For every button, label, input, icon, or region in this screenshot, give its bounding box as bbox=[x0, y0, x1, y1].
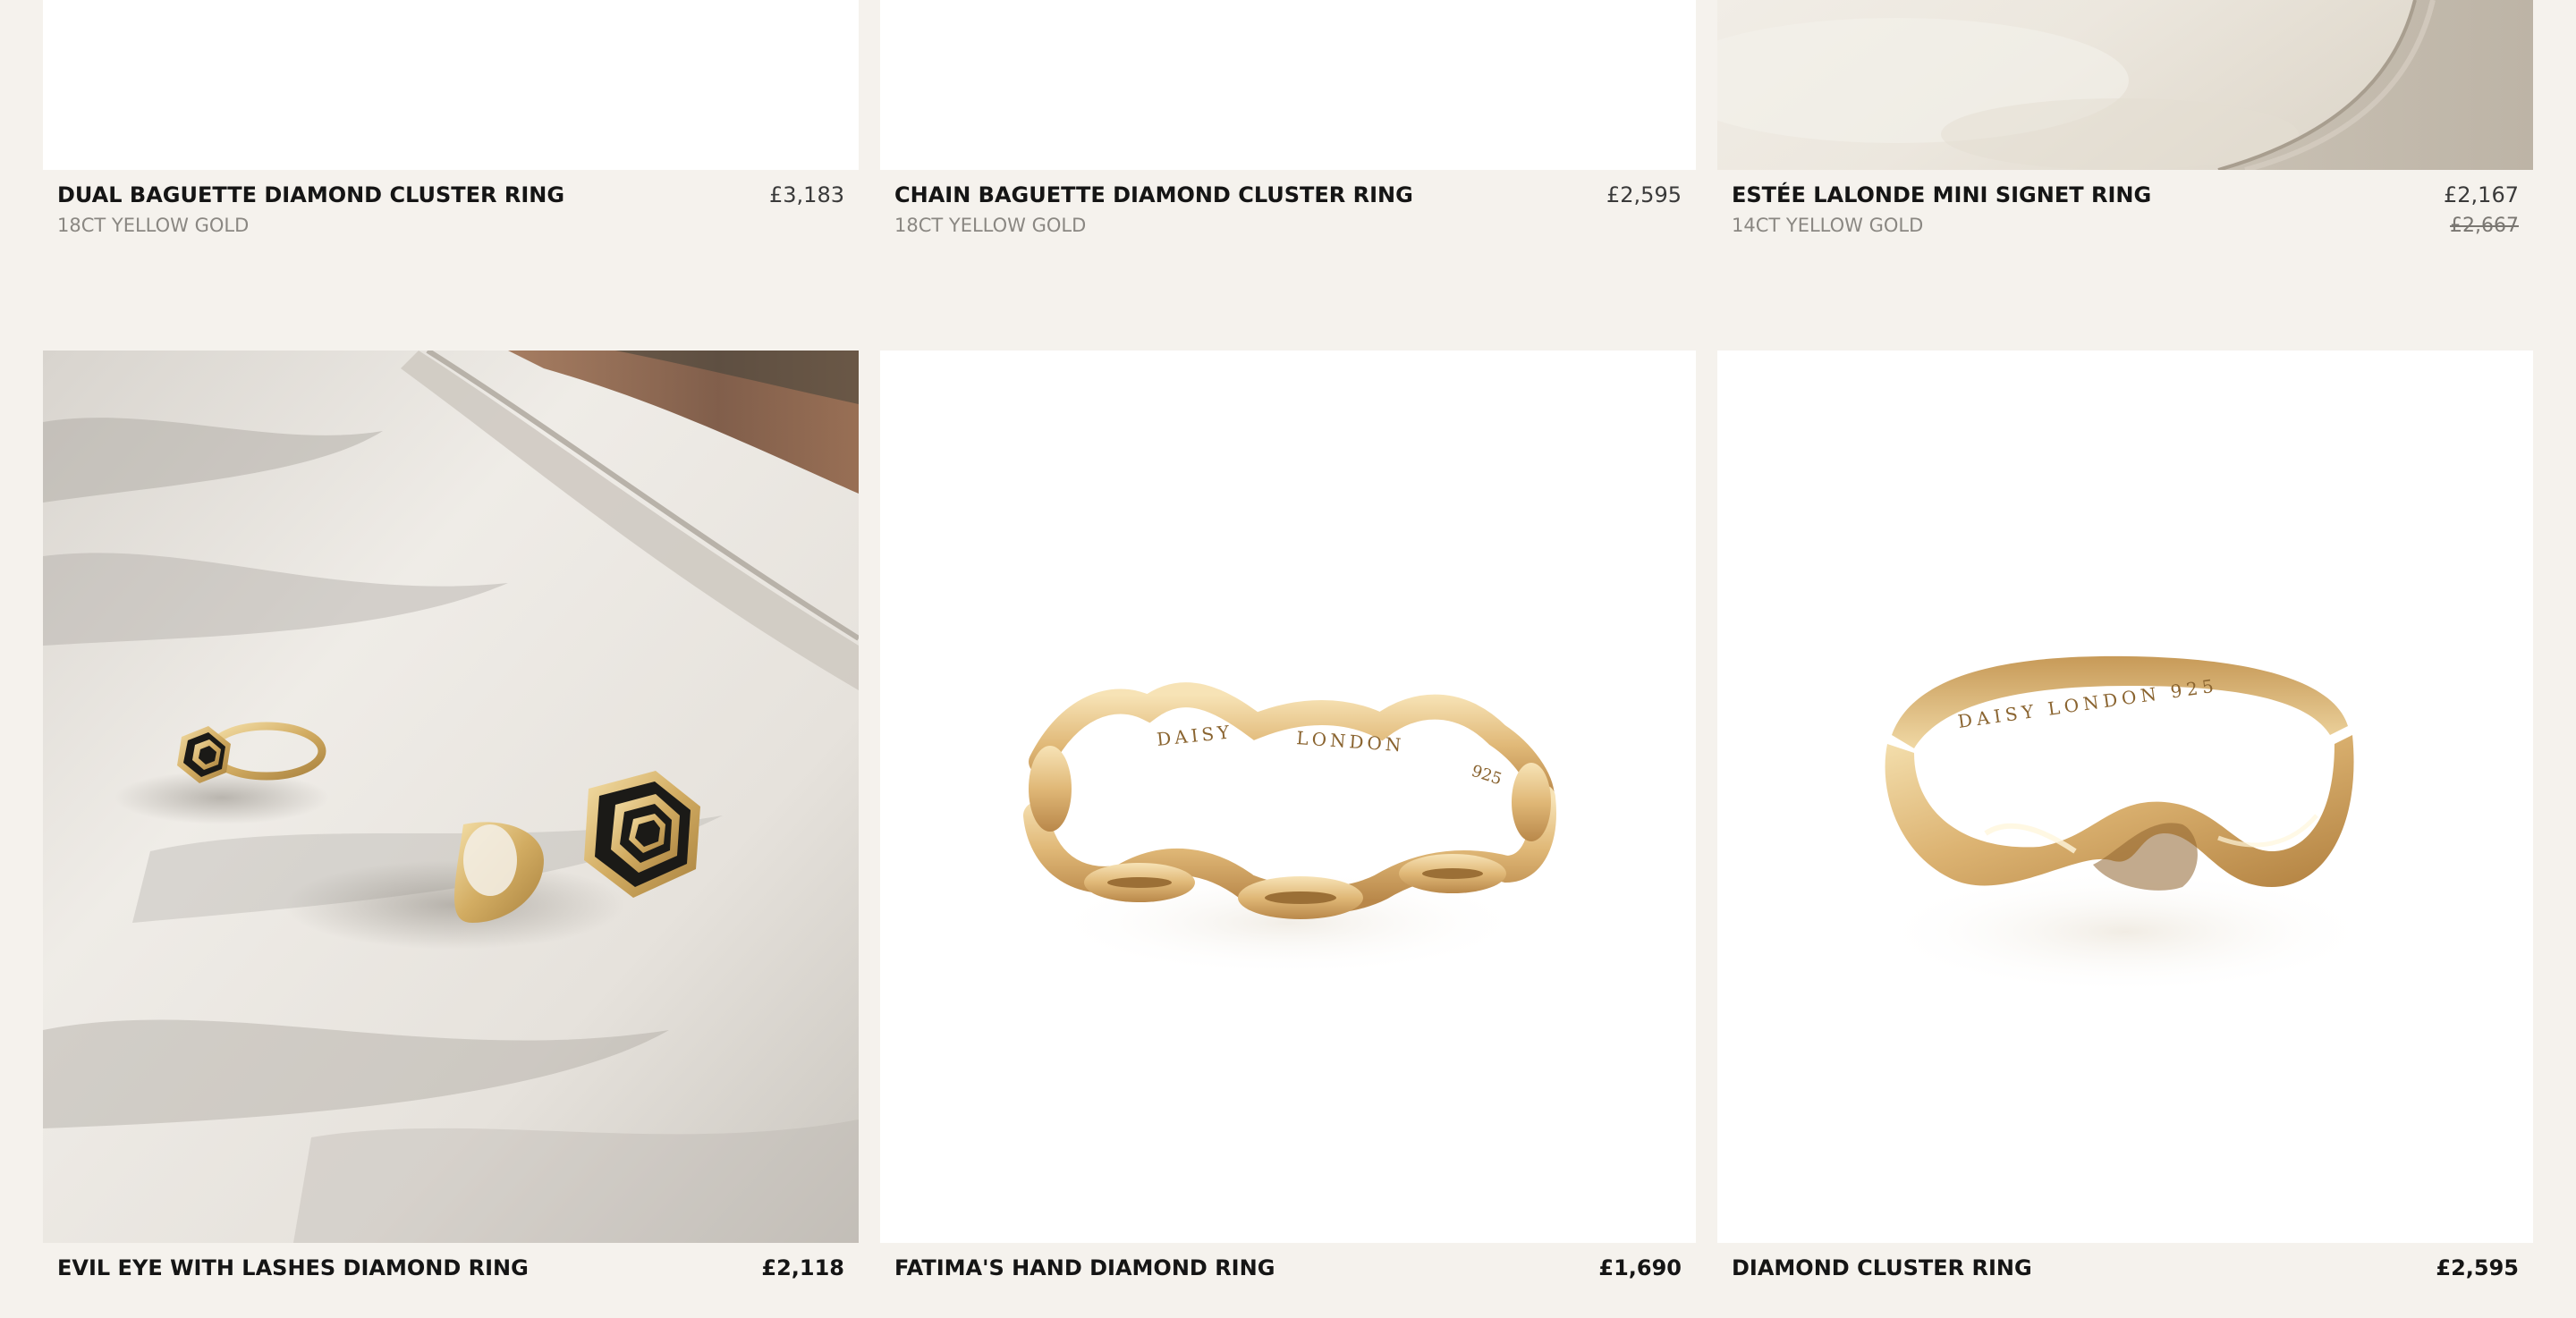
product-image[interactable] bbox=[1717, 0, 2533, 170]
wavy-ring-photo: DAISY LONDON 925 bbox=[1023, 682, 1556, 976]
product-image[interactable]: DAISY LONDON 925 bbox=[880, 351, 1696, 1243]
product-price: £2,118 bbox=[761, 1255, 844, 1280]
signet-rings-photo bbox=[43, 351, 859, 1243]
product-image[interactable] bbox=[43, 351, 859, 1243]
product-price: £2,595 bbox=[2436, 1255, 2519, 1280]
product-material: 18CT YELLOW GOLD bbox=[57, 215, 250, 236]
product-name[interactable]: ESTÉE LALONDE MINI SIGNET RING bbox=[1732, 182, 2151, 207]
product-material: 18CT YELLOW GOLD bbox=[894, 215, 1087, 236]
product-info: CHAIN BAGUETTE DIAMOND CLUSTER RING £2,5… bbox=[894, 182, 1682, 245]
engraving-925: 925 bbox=[1469, 762, 1504, 790]
product-name[interactable]: EVIL EYE WITH LASHES DIAMOND RING bbox=[57, 1255, 529, 1280]
product-info: ESTÉE LALONDE MINI SIGNET RING £2,167 14… bbox=[1732, 182, 2519, 245]
product-name[interactable]: DUAL BAGUETTE DIAMOND CLUSTER RING bbox=[57, 182, 564, 207]
product-price: £1,690 bbox=[1598, 1255, 1682, 1280]
product-info: FATIMA'S HAND DIAMOND RING £1,690 bbox=[894, 1255, 1682, 1318]
product-price: £2,595 bbox=[1606, 182, 1682, 207]
product-info: DUAL BAGUETTE DIAMOND CLUSTER RING £3,18… bbox=[57, 182, 844, 245]
product-image[interactable] bbox=[43, 0, 859, 170]
twist-ring-photo: DAISY LONDON 925 bbox=[1875, 655, 2376, 994]
product-info: EVIL EYE WITH LASHES DIAMOND RING £2,118 bbox=[57, 1255, 844, 1318]
product-name[interactable]: DIAMOND CLUSTER RING bbox=[1732, 1255, 2032, 1280]
product-price: £3,183 bbox=[769, 182, 844, 207]
product-material: 14CT YELLOW GOLD bbox=[1732, 215, 1924, 236]
product-sale-price: £2,167 bbox=[2444, 182, 2519, 207]
marble-surface-photo bbox=[1717, 0, 2533, 170]
product-name[interactable]: CHAIN BAGUETTE DIAMOND CLUSTER RING bbox=[894, 182, 1413, 207]
engraving-daisy: DAISY bbox=[1156, 721, 1233, 750]
product-image[interactable]: DAISY LONDON 925 bbox=[1717, 351, 2533, 1243]
product-original-price: £2,667 bbox=[2450, 215, 2519, 237]
product-name[interactable]: FATIMA'S HAND DIAMOND RING bbox=[894, 1255, 1275, 1280]
product-info: DIAMOND CLUSTER RING £2,595 bbox=[1732, 1255, 2519, 1318]
product-image[interactable] bbox=[880, 0, 1696, 170]
